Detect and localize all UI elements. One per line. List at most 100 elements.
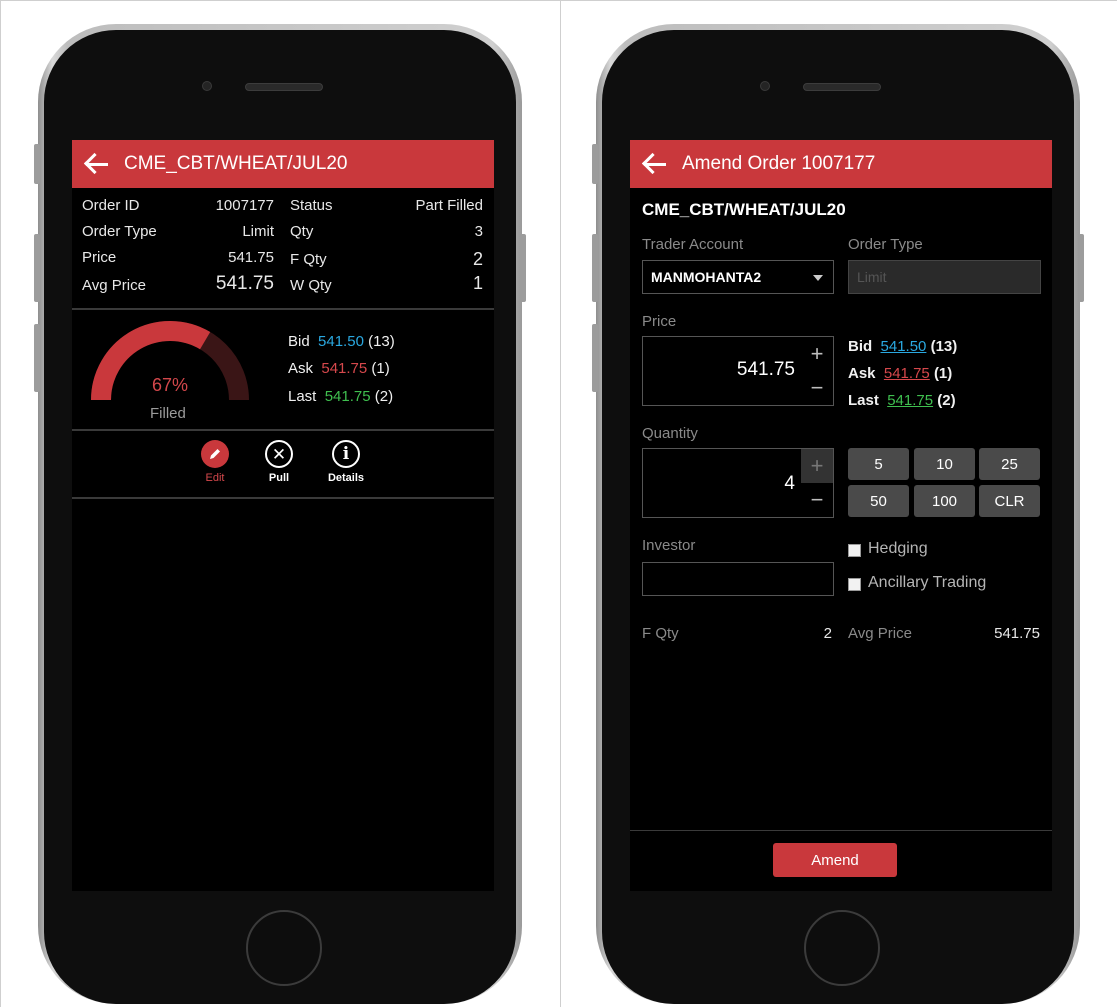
amend-button[interactable]: Amend (773, 843, 897, 877)
pencil-icon (201, 440, 229, 468)
last-label: Last (848, 392, 879, 409)
ask-label: Ask (288, 360, 314, 377)
order-type-label: Order Type (848, 236, 923, 253)
avg-price-label: Avg Price (82, 277, 146, 294)
f-qty-label: F Qty (642, 625, 679, 642)
order-type-value: Limit (242, 223, 274, 240)
avg-price-value: 541.75 (994, 625, 1040, 642)
order-type-field: Limit (848, 260, 1041, 294)
volume-down-button (34, 324, 40, 392)
phone-left: CME_CBT/WHEAT/JUL20 Order ID 1007177 Sta… (34, 24, 526, 1004)
power-button (520, 234, 526, 302)
qty-preset-100[interactable]: 100 (914, 485, 975, 517)
cancel-circle-icon: ✕ (265, 440, 293, 468)
price-input[interactable]: 541.75 + − (642, 336, 834, 406)
chevron-down-icon (813, 275, 823, 281)
order-id-label: Order ID (82, 197, 140, 214)
divider-3 (72, 497, 494, 499)
home-button[interactable] (804, 910, 880, 986)
investor-input[interactable] (642, 562, 834, 596)
f-qty-label: F Qty (290, 251, 327, 268)
back-arrow-icon[interactable] (84, 153, 110, 175)
qty-label: Qty (290, 223, 314, 240)
divider-1 (72, 308, 494, 310)
last-price[interactable]: 541.75 (887, 392, 933, 409)
hedging-checkbox[interactable] (848, 544, 861, 557)
qty-clear-button[interactable]: CLR (979, 485, 1040, 517)
back-arrow-icon[interactable] (642, 153, 668, 175)
phone-body: Amend Order 1007177 CME_CBT/WHEAT/JUL20 … (602, 30, 1074, 1004)
instrument-name: CME_CBT/WHEAT/JUL20 (642, 200, 846, 219)
quantity-input[interactable]: 4 + − (642, 448, 834, 518)
status-label: Status (290, 197, 333, 214)
trader-account-value: MANMOHANTA2 (651, 269, 762, 285)
last-price: 541.75 (324, 388, 371, 405)
ask-qty: (1) (933, 365, 953, 382)
pull-button[interactable]: ✕ Pull (249, 440, 309, 484)
quantity-decrement-button[interactable]: − (801, 483, 833, 517)
last-qty: (2) (374, 388, 394, 405)
page-title: CME_CBT/WHEAT/JUL20 (124, 153, 348, 174)
trader-account-select[interactable]: MANMOHANTA2 (642, 260, 834, 294)
home-button[interactable] (246, 910, 322, 986)
hedging-label: Hedging (868, 540, 928, 557)
bid-label: Bid (288, 333, 310, 350)
f-qty-value: 2 (823, 625, 832, 642)
ancillary-trading-checkbox[interactable] (848, 578, 861, 591)
speaker-grille (803, 83, 881, 91)
order-type-placeholder: Limit (857, 269, 887, 285)
details-label: Details (327, 472, 365, 484)
edit-label: Edit (205, 472, 225, 484)
last-quote: Last 541.75 (2) (848, 392, 956, 409)
bid-price: 541.50 (318, 333, 364, 350)
qty-preset-50[interactable]: 50 (848, 485, 909, 517)
price-label: Price (642, 313, 677, 330)
divider-2 (72, 429, 494, 431)
footer-divider (630, 830, 1052, 831)
price-label: Price (82, 249, 117, 266)
panel-divider (560, 0, 561, 1007)
last-qty: (2) (937, 392, 956, 409)
bid-quote: Bid 541.50 (13) (848, 338, 957, 355)
ask-price[interactable]: 541.75 (884, 365, 930, 382)
qty-preset-25[interactable]: 25 (979, 448, 1040, 480)
volume-up-button (592, 234, 598, 302)
volume-down-button (592, 324, 598, 392)
bid-quote: Bid 541.50 (13) (288, 333, 395, 350)
header-bar: CME_CBT/WHEAT/JUL20 (72, 140, 494, 188)
speaker-grille (245, 83, 323, 91)
ask-price: 541.75 (321, 360, 368, 377)
stage: CME_CBT/WHEAT/JUL20 Order ID 1007177 Sta… (0, 0, 1117, 1007)
quantity-increment-button[interactable]: + (801, 449, 833, 483)
header-bar: Amend Order 1007177 (630, 140, 1052, 188)
bid-qty: (13) (930, 338, 958, 355)
order-type-label: Order Type (82, 223, 157, 240)
gauge-label: Filled (150, 405, 186, 422)
f-qty-value: 2 (472, 249, 483, 269)
price-increment-button[interactable]: + (801, 337, 833, 371)
trader-account-label: Trader Account (642, 236, 744, 253)
page-title: Amend Order 1007177 (682, 153, 876, 174)
w-qty-label: W Qty (290, 277, 332, 294)
qty-preset-5[interactable]: 5 (848, 448, 909, 480)
ask-quote: Ask 541.75 (1) (848, 365, 952, 382)
info-icon: i (332, 440, 360, 468)
bid-qty: (13) (368, 333, 395, 350)
quantity-value: 4 (784, 473, 795, 494)
edit-button[interactable]: Edit (185, 440, 245, 484)
price-value: 541.75 (736, 359, 795, 380)
power-button (1078, 234, 1084, 302)
bid-label: Bid (848, 338, 873, 355)
bid-price[interactable]: 541.50 (881, 338, 927, 355)
pull-label: Pull (268, 472, 290, 484)
details-button[interactable]: i Details (316, 440, 376, 484)
qty-preset-10[interactable]: 10 (914, 448, 975, 480)
camera-icon (202, 81, 212, 91)
ask-quote: Ask 541.75 (1) (288, 360, 390, 377)
frame-left-line (0, 0, 1, 1007)
quantity-label: Quantity (642, 425, 698, 442)
price-decrement-button[interactable]: − (801, 371, 833, 405)
mute-switch (592, 144, 598, 184)
ask-label: Ask (848, 365, 876, 382)
avg-price-label: Avg Price (848, 625, 912, 642)
